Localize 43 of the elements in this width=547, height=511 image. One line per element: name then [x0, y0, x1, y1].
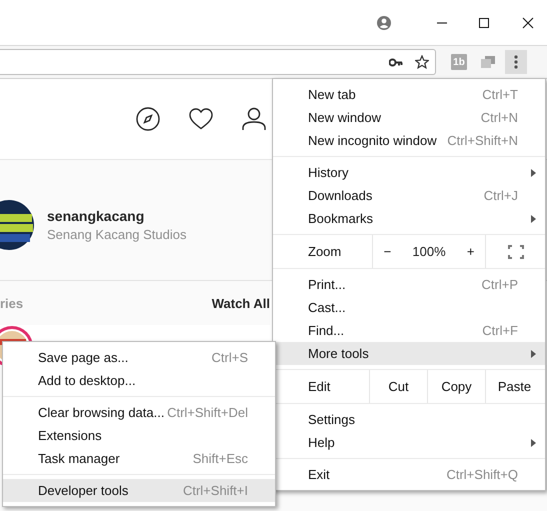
zoom-value: 100% [412, 244, 446, 259]
menu-item[interactable]: New tab Ctrl+T [273, 83, 545, 106]
menu-item[interactable]: New window Ctrl+N [273, 106, 545, 129]
menu-button[interactable] [505, 50, 527, 74]
edit-action-button[interactable]: Cut [369, 370, 427, 403]
menu-item[interactable]: Find... Ctrl+F [273, 319, 545, 342]
username[interactable]: senangkacang [47, 208, 186, 224]
key-icon[interactable] [389, 58, 403, 66]
menu-item[interactable]: New incognito window Ctrl+Shift+N [273, 129, 545, 152]
menu-item[interactable]: Bookmarks [273, 207, 545, 230]
menu-item[interactable]: Developer tools Ctrl+Shift+I [3, 479, 275, 502]
stories-heading: ries [0, 296, 24, 310]
menu-item[interactable]: Task manager Shift+Esc [3, 447, 275, 470]
menu-item[interactable]: Clear browsing data... Ctrl+Shift+Del [3, 401, 275, 424]
edit-action-button[interactable]: Paste [485, 370, 543, 403]
windows-icon[interactable] [481, 56, 495, 68]
menu-item[interactable]: Exit Ctrl+Shift+Q [273, 463, 545, 486]
menu-item[interactable]: Settings [273, 408, 545, 431]
zoom-in-button[interactable]: + [466, 244, 474, 259]
edit-label: Edit [307, 378, 332, 396]
edit-action-button[interactable]: Copy [427, 370, 485, 403]
menu-item[interactable]: Add to desktop... [3, 369, 275, 392]
close-icon[interactable] [522, 16, 534, 28]
menu-item[interactable]: Extensions [3, 424, 275, 447]
account-icon[interactable] [377, 16, 391, 30]
compass-icon[interactable] [136, 107, 160, 131]
menu-item[interactable]: Cast... [273, 296, 545, 319]
menu-item[interactable]: Print... Ctrl+P [273, 273, 545, 296]
menu-item[interactable]: Save page as... Ctrl+S [3, 346, 275, 369]
full-name: Senang Kacang Studios [47, 227, 186, 242]
menu-item[interactable]: History [273, 161, 545, 184]
menu-item[interactable]: Help [273, 431, 545, 454]
menu-icon [514, 55, 518, 69]
maximize-icon[interactable] [478, 16, 490, 28]
zoom-out-button[interactable]: − [384, 244, 392, 259]
heart-icon[interactable] [189, 108, 213, 130]
star-icon[interactable] [415, 55, 429, 69]
user-icon[interactable] [242, 107, 266, 131]
watch-all-link[interactable]: Watch All [212, 296, 270, 310]
fullscreen-icon [508, 244, 524, 258]
menu-item[interactable]: More tools [273, 342, 545, 365]
menu-item[interactable]: Downloads Ctrl+J [273, 184, 545, 207]
zoom-label: Zoom [307, 243, 342, 261]
